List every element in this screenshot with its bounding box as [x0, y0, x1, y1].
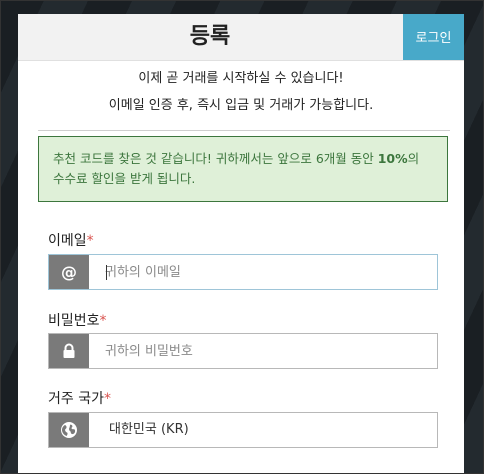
referral-notice: 추천 코드를 찾은 것 같습니다! 귀하께서는 앞으로 6개월 동안 10%의 …	[38, 136, 448, 202]
intro-line-2: 이메일 인증 후, 즉시 입금 및 거래가 가능합니다.	[108, 98, 374, 113]
lock-icon	[49, 334, 89, 368]
divider	[38, 130, 450, 131]
required-mark: *	[86, 233, 94, 249]
page-title: 등록	[189, 24, 231, 49]
country-select[interactable]: 대한민국 (KR)	[48, 412, 438, 448]
globe-icon	[49, 413, 89, 447]
login-button[interactable]: 로그인	[403, 14, 464, 60]
at-icon: @	[49, 255, 89, 289]
referral-discount: 10%	[377, 151, 408, 166]
required-mark: *	[99, 313, 107, 329]
email-input[interactable]	[89, 255, 437, 289]
email-field: @	[48, 254, 438, 290]
required-mark: *	[103, 391, 111, 407]
register-modal: 등록 로그인 이제 곧 거래를 시작하실 수 있습니다! 이메일 인증 후, 즉…	[18, 14, 464, 474]
password-label-text: 비밀번호	[48, 313, 100, 329]
text-caret	[106, 265, 107, 280]
email-label: 이메일*	[48, 230, 94, 250]
password-label: 비밀번호*	[48, 310, 107, 330]
country-label: 거주 국가*	[48, 388, 111, 408]
svg-text:@: @	[61, 263, 77, 281]
email-label-text: 이메일	[48, 233, 87, 249]
modal-header: 등록 로그인	[18, 14, 464, 61]
password-field	[48, 333, 438, 369]
country-label-text: 거주 국가	[48, 391, 104, 407]
password-input[interactable]	[89, 334, 437, 368]
intro-line-1: 이제 곧 거래를 시작하실 수 있습니다!	[138, 71, 344, 86]
referral-text-1: 추천 코드를 찾은 것 같습니다! 귀하께서는 앞으로 6개월 동안	[53, 151, 378, 166]
country-value: 대한민국 (KR)	[109, 422, 189, 437]
